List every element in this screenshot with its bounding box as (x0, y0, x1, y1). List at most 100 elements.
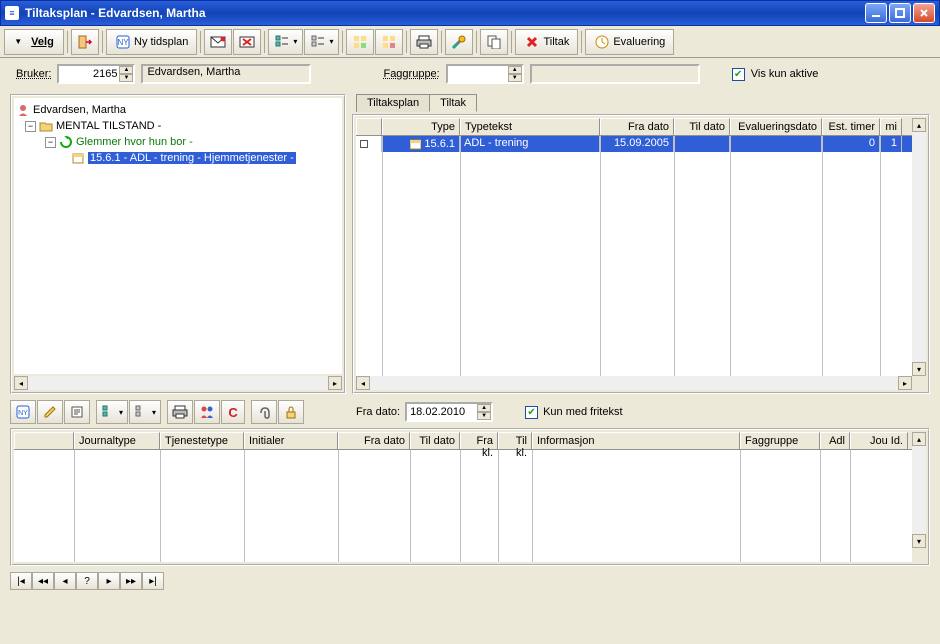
grid-header-fradato[interactable]: Fra dato (600, 118, 674, 135)
grid-header-esttimer[interactable]: Est. timer (822, 118, 880, 135)
list2-button[interactable]: ▾ (129, 400, 161, 424)
edit-button[interactable] (37, 400, 63, 424)
col-frakl[interactable]: Fra kl. (460, 432, 498, 449)
c-button[interactable]: C (221, 400, 245, 424)
ny-tidsplan-button[interactable]: NY Ny tidsplan (106, 29, 197, 55)
grid-header-tildato[interactable]: Til dato (674, 118, 730, 135)
col-journaltype[interactable]: Journaltype (74, 432, 160, 449)
scroll-right-button[interactable]: ▸ (898, 376, 912, 390)
col-fradato[interactable]: Fra dato (338, 432, 410, 449)
clock-icon (594, 34, 610, 50)
evaluering-button[interactable]: Evaluering (585, 29, 674, 55)
col-initialer[interactable]: Initialer (244, 432, 338, 449)
bruker-id-input[interactable]: ▲▼ (57, 64, 135, 84)
collapse-icon[interactable]: − (25, 121, 36, 132)
spin-down[interactable]: ▼ (119, 74, 133, 82)
nav-query[interactable]: ? (76, 572, 98, 590)
bruker-id-field[interactable] (59, 68, 119, 80)
tree-group[interactable]: − MENTAL TILSTAND - (16, 118, 340, 134)
col-adl[interactable]: Adl (820, 432, 850, 449)
plan-tree[interactable]: Edvardsen, Martha − MENTAL TILSTAND - − … (14, 98, 342, 374)
spin-up[interactable]: ▲ (119, 66, 133, 74)
nav-prev[interactable]: ◂ (54, 572, 76, 590)
fradato-input[interactable]: ▲▼ (405, 402, 493, 422)
grid-remove-button[interactable] (375, 29, 403, 55)
tree-leaf[interactable]: 15.6.1 - ADL - trening - Hjemmetjenester… (16, 150, 340, 166)
lock-button[interactable] (278, 400, 304, 424)
spin-down[interactable]: ▼ (508, 74, 522, 82)
nav-prevpage[interactable]: ◂◂ (32, 572, 54, 590)
journal-grid[interactable]: Journaltype Tjenestetype Initialer Fra d… (14, 432, 912, 562)
fradato-field[interactable] (407, 406, 477, 418)
tools-button[interactable] (445, 29, 473, 55)
grid-header-mi[interactable]: mi (880, 118, 902, 135)
nav-nextpage[interactable]: ▸▸ (120, 572, 142, 590)
scroll-track[interactable] (912, 132, 926, 362)
scroll-left-button[interactable]: ◂ (356, 376, 370, 390)
grid-header-typetekst[interactable]: Typetekst (460, 118, 600, 135)
kun-fritekst-checkbox[interactable]: ✔ (525, 406, 538, 419)
nav-last[interactable]: ▸| (142, 572, 164, 590)
spin-up[interactable]: ▲ (477, 404, 491, 412)
cell-type: 15.6.1 (424, 138, 455, 150)
vis-kun-aktive-checkbox[interactable]: ✔ (732, 68, 745, 81)
grid-row[interactable]: 15.6.1 ADL - trening 15.09.2005 0 1 (356, 136, 912, 152)
tab-tiltaksplan[interactable]: Tiltaksplan (356, 94, 430, 112)
scroll-up-button[interactable]: ▴ (912, 118, 926, 132)
grid-header: Type Typetekst Fra dato Til dato Evaluer… (356, 118, 912, 136)
mail-button[interactable] (204, 29, 232, 55)
minimize-button[interactable] (865, 3, 887, 23)
spin-down[interactable]: ▼ (477, 412, 491, 420)
checklist-button[interactable]: ▾ (268, 29, 303, 55)
col-faggruppe[interactable]: Faggruppe (740, 432, 820, 449)
collapse-icon[interactable]: − (45, 137, 56, 148)
scroll-track[interactable] (370, 376, 898, 390)
journal-vscroll[interactable]: ▴ ▾ (912, 432, 926, 548)
tree-hscroll[interactable]: ◂ ▸ (14, 376, 342, 390)
col-tildato[interactable]: Til dato (410, 432, 460, 449)
scroll-down-button[interactable]: ▾ (912, 534, 926, 548)
velg-menu[interactable]: ▼ Velg (4, 29, 64, 55)
folder-icon (39, 120, 53, 132)
checklist2-button[interactable]: ▾ (96, 400, 128, 424)
col-tjenestetype[interactable]: Tjenestetype (160, 432, 244, 449)
people-button[interactable] (194, 400, 220, 424)
scroll-down-button[interactable]: ▾ (912, 362, 926, 376)
nav-next[interactable]: ▸ (98, 572, 120, 590)
attach-button[interactable] (251, 400, 277, 424)
scroll-left-button[interactable]: ◂ (14, 376, 28, 390)
col-jouid[interactable]: Jou Id. (850, 432, 908, 449)
copy-button[interactable] (480, 29, 508, 55)
scroll-up-button[interactable]: ▴ (912, 432, 926, 446)
exit-button[interactable] (71, 29, 99, 55)
tree-item[interactable]: − Glemmer hvor hun bor - (16, 134, 340, 150)
print2-button[interactable] (167, 400, 193, 424)
tiltak-button[interactable]: Tiltak (515, 29, 578, 55)
note-button[interactable] (64, 400, 90, 424)
separator (476, 31, 477, 53)
delete-mail-button[interactable] (233, 29, 261, 55)
tree-root[interactable]: Edvardsen, Martha (16, 102, 340, 118)
close-button[interactable] (913, 3, 935, 23)
grid-vscroll[interactable]: ▴ ▾ (912, 118, 926, 376)
scroll-track[interactable] (28, 376, 328, 390)
faggruppe-field[interactable] (448, 68, 508, 80)
tree-root-label: Edvardsen, Martha (33, 104, 126, 116)
grid-add-button[interactable] (346, 29, 374, 55)
col-tilkl[interactable]: Til kl. (498, 432, 532, 449)
grid-header-type[interactable]: Type (382, 118, 460, 135)
scroll-track[interactable] (912, 446, 926, 534)
grid-hscroll[interactable]: ◂ ▸ (356, 376, 912, 390)
grid-header-evaldato[interactable]: Evalueringsdato (730, 118, 822, 135)
tab-tiltak[interactable]: Tiltak (429, 94, 477, 112)
spin-up[interactable]: ▲ (508, 66, 522, 74)
list-button[interactable]: ▾ (304, 29, 339, 55)
maximize-button[interactable] (889, 3, 911, 23)
tiltak-grid[interactable]: Type Typetekst Fra dato Til dato Evaluer… (356, 118, 912, 376)
new-button[interactable]: NY (10, 400, 36, 424)
print-button[interactable] (410, 29, 438, 55)
nav-first[interactable]: |◂ (10, 572, 32, 590)
faggruppe-input[interactable]: ▲▼ (446, 64, 524, 84)
scroll-right-button[interactable]: ▸ (328, 376, 342, 390)
col-informasjon[interactable]: Informasjon (532, 432, 740, 449)
